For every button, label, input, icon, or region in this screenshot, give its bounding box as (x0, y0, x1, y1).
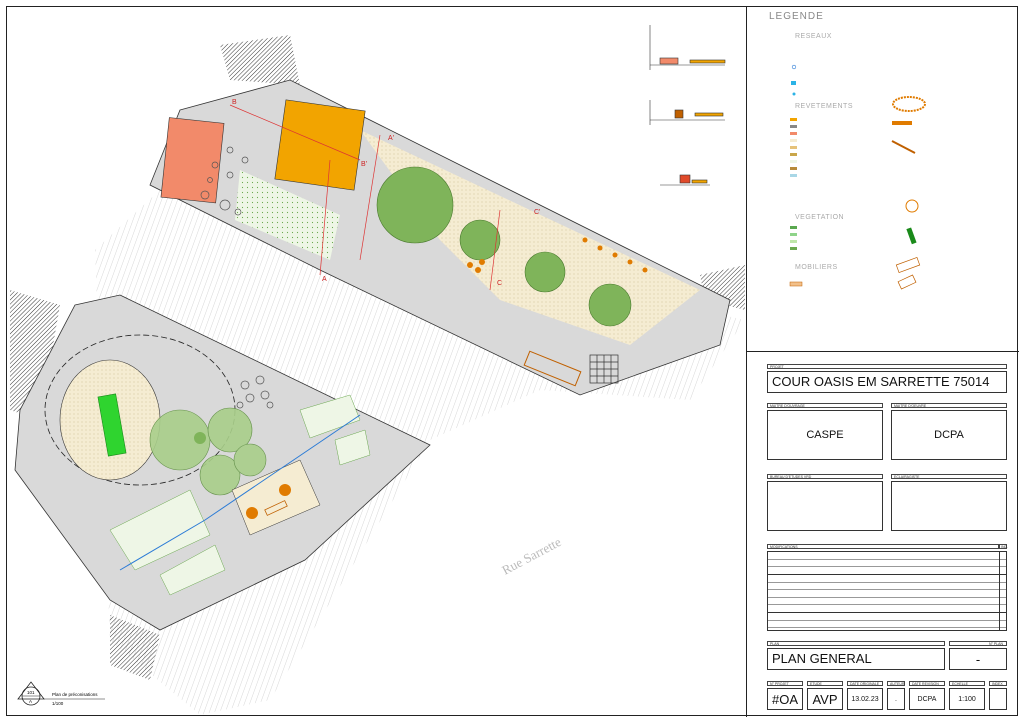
modifications-label: MODIFICATIONS (767, 544, 999, 549)
section-sketch (649, 25, 726, 186)
manager-value: DCPA (891, 410, 1007, 460)
scale-label: ECHELLE (949, 681, 985, 686)
view-title: Plan de préconisations (52, 692, 98, 697)
project-name: COUR OASIS EM SARRETTE 75014 (767, 371, 1007, 393)
owner-value: CASPE (767, 410, 883, 460)
author-label: AUTEUR (887, 681, 905, 686)
view-label: 101 A Plan de préconisations 1/100 (17, 681, 105, 706)
modifications-table (767, 551, 1007, 631)
legend-symbols (789, 64, 926, 290)
ind-column (999, 551, 1007, 631)
building-hatch (220, 35, 300, 85)
index (989, 688, 1007, 710)
site-plan: B B' A A' C C' Rue Sarrette 101 A Plan de pré… (10, 25, 745, 715)
view-letter: A (29, 699, 32, 704)
rev: DCPA (909, 688, 945, 710)
project-no-label: N° PROJET (767, 681, 803, 686)
bet-box (767, 481, 883, 531)
orange-area (274, 99, 366, 191)
landscape-label: ECLAIRAGISTE (891, 474, 1007, 479)
salmon-area (160, 117, 225, 204)
plan-title: PLAN GENERAL (767, 648, 945, 670)
svg-text:C': C' (534, 209, 540, 216)
legend-panel: LEGENDE RESEAUX REVETEMENTS VEGETATION M… (746, 6, 1019, 351)
svg-text:B': B' (361, 161, 367, 168)
project-label: PROJET (767, 364, 1007, 369)
view-number: 101 (27, 690, 35, 695)
manager-label: MAITRE D'OEUVRE (891, 403, 1007, 408)
plan-number: - (949, 648, 1007, 670)
scale: 1:100 (949, 688, 985, 710)
street-name: Rue Sarrette (499, 534, 563, 578)
project-no: #OA (767, 688, 803, 710)
svg-text:C: C (497, 280, 502, 287)
phase: AVP (807, 688, 843, 710)
plan-label: PLAN (767, 641, 945, 646)
tree-trunk (194, 432, 206, 444)
plan-number-label: N° PLAN (949, 641, 1007, 646)
phase-label: ETUDE (807, 681, 843, 686)
index-label: INDEX (989, 681, 1007, 686)
bet-label: BUREAU D'ETUDES VRD (767, 474, 883, 479)
svg-text:A: A (322, 276, 327, 283)
view-scale: 1/100 (52, 701, 64, 706)
author: . (887, 688, 905, 710)
ind-label: IND. (999, 544, 1008, 549)
rev-label: DATE REVISION (909, 681, 945, 686)
svg-text:A': A' (388, 135, 394, 142)
title-block: PROJET COUR OASIS EM SARRETTE 75014 MAIT… (746, 351, 1019, 717)
date-label: DATE ORIGINALE (847, 681, 883, 686)
svg-text:B: B (232, 99, 237, 106)
date: 13.02.23 (847, 688, 883, 710)
owner-label: MAITRE D'OUVRAGE (767, 403, 883, 408)
landscape-box (891, 481, 1007, 531)
